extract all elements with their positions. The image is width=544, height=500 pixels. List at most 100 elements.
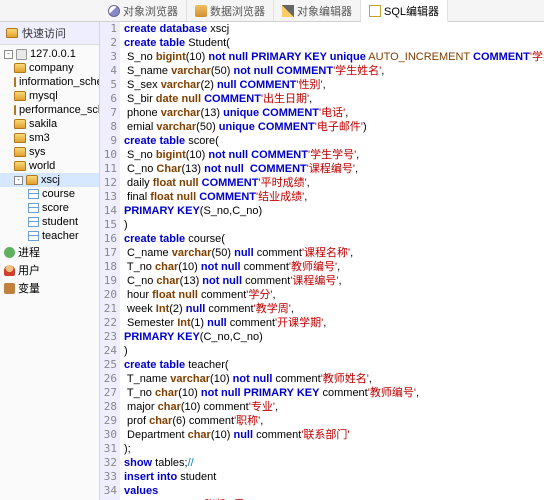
code-line[interactable]: 22 Semester Int(1) null comment'开课学期', <box>100 316 544 330</box>
code-line[interactable]: 23PRIMARY KEY(C_no,C_no) <box>100 330 544 344</box>
code-content[interactable]: S_sex varchar(2) null COMMENT'性别', <box>120 78 326 92</box>
code-content[interactable]: S_no bigint(10) not null PRIMARY KEY uni… <box>120 50 544 64</box>
code-content[interactable]: S_name varchar(50) not null COMMENT'学生姓名… <box>120 64 384 78</box>
db-world[interactable]: world <box>0 159 99 173</box>
table-teacher[interactable]: teacher <box>0 229 99 243</box>
code-line[interactable]: 8 emial varchar(50) unique COMMENT'电子邮件'… <box>100 120 544 134</box>
code-line[interactable]: 32show tables;// <box>100 456 544 470</box>
code-line[interactable]: 15) <box>100 218 544 232</box>
tab-find[interactable]: 对象浏览器 <box>100 0 187 21</box>
code-line[interactable]: 16create table course( <box>100 232 544 246</box>
code-content[interactable]: ) <box>120 344 128 358</box>
code-line[interactable]: 21 week Int(2) null comment'教学周', <box>100 302 544 316</box>
section-var[interactable]: 变量 <box>0 279 99 297</box>
code-content[interactable]: C_no Char(13) not null COMMENT'课程编号', <box>120 162 358 176</box>
line-number: 23 <box>100 330 120 344</box>
code-line[interactable]: 10 S_no bigint(10) not null COMMENT'学生学号… <box>100 148 544 162</box>
code-line[interactable]: 9create table score( <box>100 134 544 148</box>
code-line[interactable]: 2create table Student( <box>100 36 544 50</box>
table-icon <box>28 231 39 241</box>
code-content[interactable]: create table Student( <box>120 36 230 50</box>
tab-sql[interactable]: SQL编辑器 <box>361 0 448 22</box>
code-content[interactable]: S_no bigint(10) not null COMMENT'学生学号', <box>120 148 359 162</box>
code-content[interactable]: hour float null comment'学分', <box>120 288 276 302</box>
code-line[interactable]: 1create database xscj <box>100 22 544 36</box>
code-content[interactable]: create table teacher( <box>120 358 229 372</box>
code-content[interactable]: emial varchar(50) unique COMMENT'电子邮件') <box>120 120 367 134</box>
code-content[interactable]: T_name varchar(10) not null comment'教师姓名… <box>120 372 372 386</box>
db-sys[interactable]: sys <box>0 145 99 159</box>
code-line[interactable]: 5 S_sex varchar(2) null COMMENT'性别', <box>100 78 544 92</box>
code-line[interactable]: 7 phone varchar(13) unique COMMENT'电话', <box>100 106 544 120</box>
code-line[interactable]: 20 hour float null comment'学分', <box>100 288 544 302</box>
var-icon <box>4 283 15 294</box>
code-line[interactable]: 28 major char(10) comment'专业', <box>100 400 544 414</box>
code-content[interactable]: T_no char(10) not null comment'教师编号', <box>120 260 340 274</box>
section-usr[interactable]: 用户 <box>0 261 99 279</box>
code-line[interactable]: 18 T_no char(10) not null comment'教师编号', <box>100 260 544 274</box>
code-content[interactable]: create database xscj <box>120 22 229 36</box>
table-course[interactable]: course <box>0 187 99 201</box>
code-content[interactable]: major char(10) comment'专业', <box>120 400 278 414</box>
code-content[interactable]: Semester Int(1) null comment'开课学期', <box>120 316 326 330</box>
table-student[interactable]: student <box>0 215 99 229</box>
code-content[interactable]: S_bir date null COMMENT'出生日期', <box>120 92 312 106</box>
db-sakila[interactable]: sakila <box>0 117 99 131</box>
db-xscj[interactable]: -xscj <box>0 173 99 187</box>
code-content[interactable]: C_name varchar(50) null comment'课程名称', <box>120 246 353 260</box>
db-performance_schema[interactable]: performance_schema <box>0 103 99 117</box>
code-line[interactable]: 14PRIMARY KEY(S_no,C_no) <box>100 204 544 218</box>
db-information_schema[interactable]: information_schema <box>0 75 99 89</box>
code-content[interactable]: PRIMARY KEY(C_no,C_no) <box>120 330 263 344</box>
table-score[interactable]: score <box>0 201 99 215</box>
code-line[interactable]: 31); <box>100 442 544 456</box>
code-content[interactable]: T_no char(10) not null PRIMARY KEY comme… <box>120 386 419 400</box>
code-content[interactable]: create table score( <box>120 134 219 148</box>
code-content[interactable]: C_no char(13) not null comment'课程编号', <box>120 274 342 288</box>
code-content[interactable]: insert into student <box>120 470 216 484</box>
section-gr[interactable]: 进程 <box>0 243 99 261</box>
code-line[interactable]: 26 T_name varchar(10) not null comment'教… <box>100 372 544 386</box>
code-content[interactable]: show tables;// <box>120 456 194 470</box>
db-icon <box>14 133 26 143</box>
code-line[interactable]: 6 S_bir date null COMMENT'出生日期', <box>100 92 544 106</box>
code-content[interactable]: daily float null COMMENT'平时成绩', <box>120 176 310 190</box>
db-mysql[interactable]: mysql <box>0 89 99 103</box>
tab-pencil[interactable]: 对象编辑器 <box>274 0 361 21</box>
code-line[interactable]: 24) <box>100 344 544 358</box>
code-content[interactable]: PRIMARY KEY(S_no,C_no) <box>120 204 262 218</box>
code-line[interactable]: 11 C_no Char(13) not null COMMENT'课程编号', <box>100 162 544 176</box>
code-content[interactable]: week Int(2) null comment'教学周', <box>120 302 294 316</box>
code-line[interactable]: 4 S_name varchar(50) not null COMMENT'学生… <box>100 64 544 78</box>
quick-access-header[interactable]: 快速访问 <box>0 22 99 45</box>
db-company[interactable]: company <box>0 61 99 75</box>
host-icon <box>16 49 27 60</box>
code-content[interactable]: ) <box>120 218 128 232</box>
db-icon <box>14 105 16 115</box>
code-content[interactable]: ); <box>120 442 131 456</box>
tab-data[interactable]: 数据浏览器 <box>187 0 274 21</box>
code-content[interactable]: final float null COMMENT'结业成绩', <box>120 190 307 204</box>
code-line[interactable]: 29 prof char(6) comment'职称', <box>100 414 544 428</box>
code-line[interactable]: 30 Department char(10) null comment'联系部门… <box>100 428 544 442</box>
code-line[interactable]: 12 daily float null COMMENT'平时成绩', <box>100 176 544 190</box>
code-content[interactable]: Department char(10) null comment'联系部门' <box>120 428 350 442</box>
code-line[interactable]: 13 final float null COMMENT'结业成绩', <box>100 190 544 204</box>
code-content[interactable]: prof char(6) comment'职称', <box>120 414 263 428</box>
code-content[interactable]: values <box>120 484 158 498</box>
code-line[interactable]: 25create table teacher( <box>100 358 544 372</box>
code-line[interactable]: 34values <box>100 484 544 498</box>
line-number: 28 <box>100 400 120 414</box>
line-number: 4 <box>100 64 120 78</box>
db-sm3[interactable]: sm3 <box>0 131 99 145</box>
code-line[interactable]: 19 C_no char(13) not null comment'课程编号', <box>100 274 544 288</box>
code-line[interactable]: 27 T_no char(10) not null PRIMARY KEY co… <box>100 386 544 400</box>
code-line[interactable]: 33insert into student <box>100 470 544 484</box>
code-content[interactable]: phone varchar(13) unique COMMENT'电话', <box>120 106 348 120</box>
code-content[interactable]: create table course( <box>120 232 225 246</box>
code-line[interactable]: 17 C_name varchar(50) null comment'课程名称'… <box>100 246 544 260</box>
code-line[interactable]: 3 S_no bigint(10) not null PRIMARY KEY u… <box>100 50 544 64</box>
sql-editor[interactable]: 1create database xscj2create table Stude… <box>100 22 544 500</box>
line-number: 20 <box>100 288 120 302</box>
host-node[interactable]: -127.0.0.1 <box>0 47 99 61</box>
